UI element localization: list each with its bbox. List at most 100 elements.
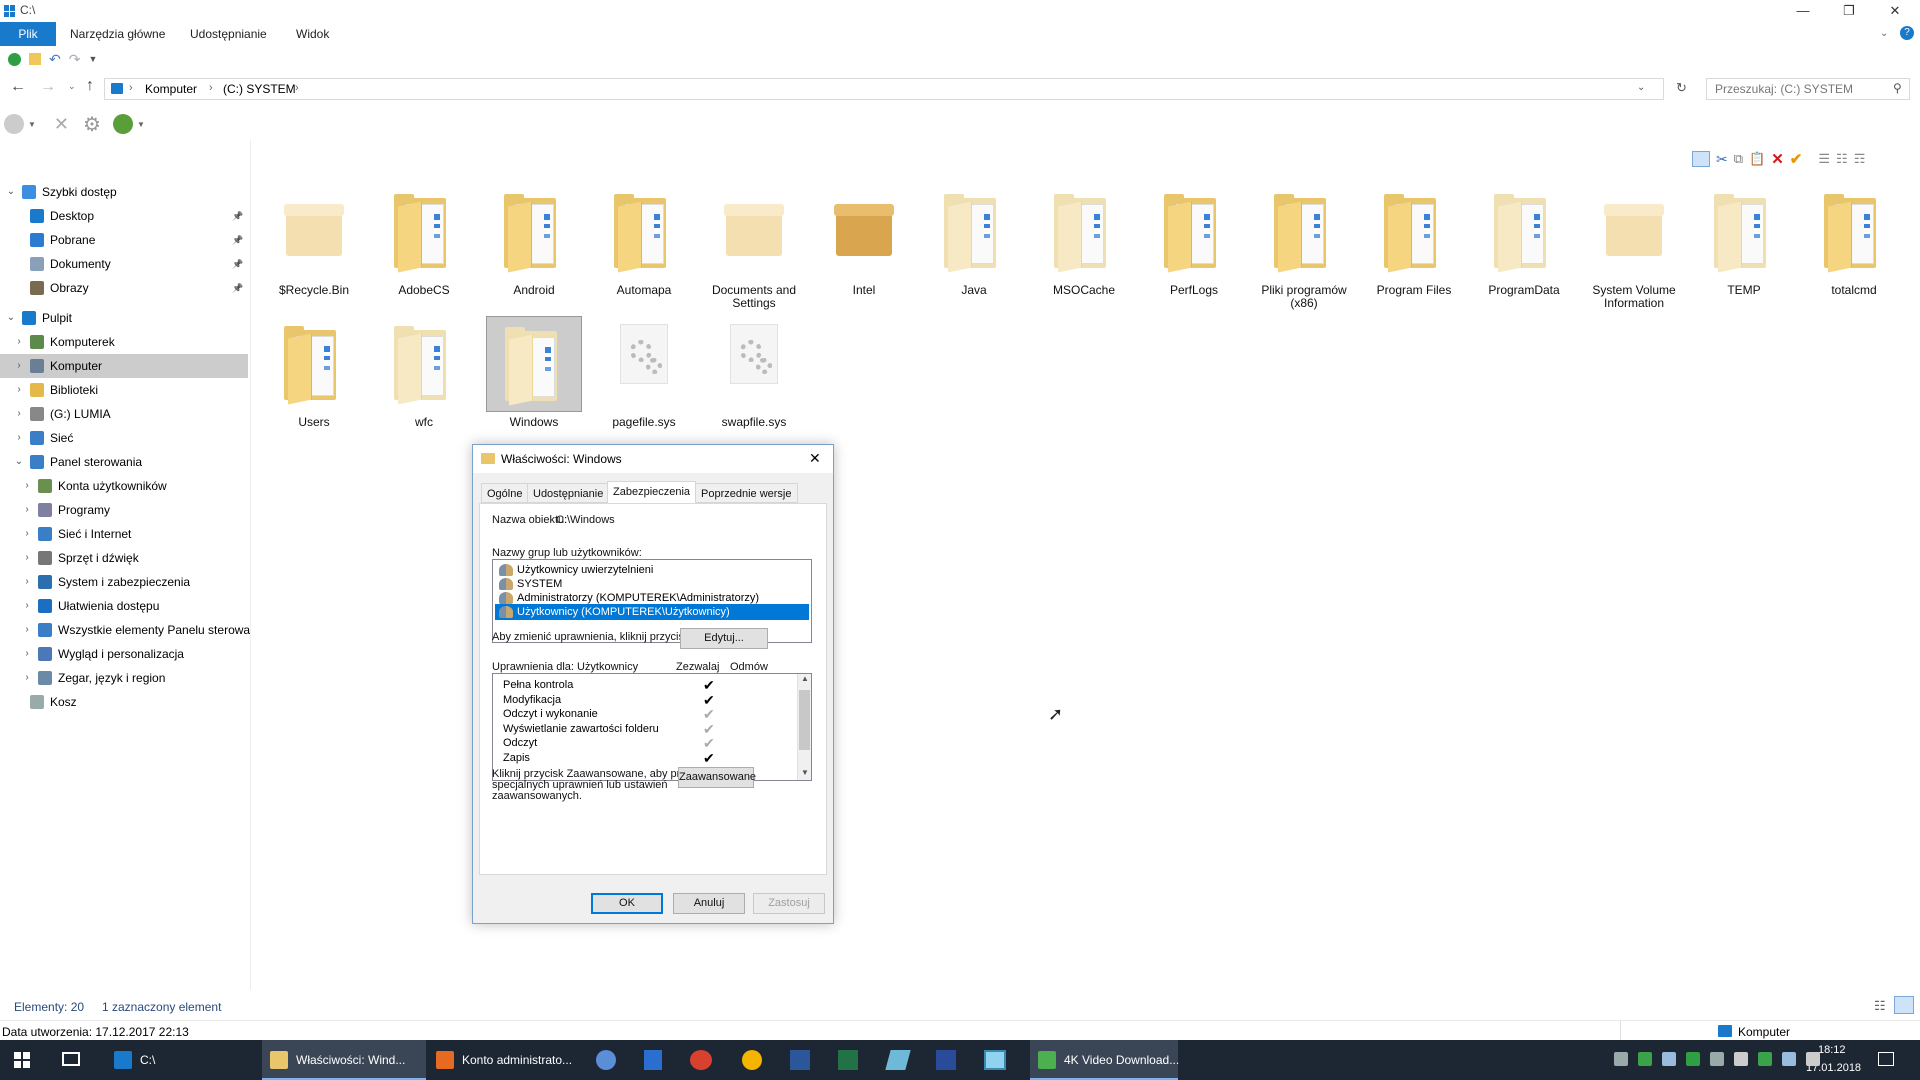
nav-item[interactable]: Kosz bbox=[0, 690, 248, 714]
tray-icon[interactable] bbox=[1686, 1052, 1700, 1066]
pin-icon[interactable]: 📌 bbox=[232, 204, 243, 228]
gear-icon[interactable]: ⚙ bbox=[83, 112, 101, 137]
rename-icon[interactable]: ✔ bbox=[1790, 150, 1803, 168]
expand-ribbon-icon[interactable]: ⌄ bbox=[1880, 28, 1888, 39]
file-item[interactable]: totalcmd bbox=[1806, 184, 1902, 297]
taskbar-item[interactable]: Konto administrato... bbox=[428, 1040, 588, 1080]
nav-item[interactable]: › (G:) LUMIA bbox=[0, 402, 248, 426]
chevron-down-icon[interactable]: ▼ bbox=[137, 120, 145, 129]
address-dropdown-icon[interactable]: ⌄ bbox=[1637, 82, 1645, 93]
file-item[interactable]: AdobeCS bbox=[376, 184, 472, 297]
app-icon[interactable] bbox=[596, 1050, 616, 1070]
nav-item[interactable]: ⌄ Szybki dostęp bbox=[0, 180, 248, 204]
notification-icon[interactable] bbox=[1878, 1052, 1894, 1066]
new-folder-icon[interactable] bbox=[29, 53, 41, 65]
delete-icon[interactable]: ✕ bbox=[1771, 150, 1784, 168]
tray-icon[interactable] bbox=[1734, 1052, 1748, 1066]
properties-icon[interactable] bbox=[8, 52, 21, 66]
tray-icon[interactable] bbox=[1782, 1052, 1796, 1066]
nav-item[interactable]: › System i zabezpieczenia bbox=[0, 570, 248, 594]
large-icons-toggle-icon[interactable] bbox=[1894, 996, 1914, 1014]
tray-icon[interactable] bbox=[1614, 1052, 1628, 1066]
disconnect-icon[interactable]: ✕ bbox=[54, 114, 69, 135]
chevron-down-icon[interactable]: ⌄ bbox=[6, 180, 16, 204]
taskbar-item[interactable]: Właściwości: Wind... bbox=[262, 1040, 426, 1080]
nav-item[interactable]: › Sieć i Internet bbox=[0, 522, 248, 546]
chevron-down-icon[interactable]: ⌄ bbox=[6, 306, 16, 330]
file-item[interactable]: Intel bbox=[816, 184, 912, 297]
nav-item[interactable]: ⌄ Panel sterowania bbox=[0, 450, 248, 474]
sync-icon[interactable] bbox=[112, 114, 133, 134]
pin-icon[interactable]: 📌 bbox=[232, 276, 243, 300]
nav-item[interactable]: › Sprzęt i dźwięk bbox=[0, 546, 248, 570]
taskbar-item[interactable]: 4K Video Download... bbox=[1030, 1040, 1179, 1080]
tray-icon[interactable] bbox=[1806, 1052, 1820, 1066]
start-button[interactable] bbox=[14, 1052, 30, 1068]
help-icon[interactable]: ? bbox=[1900, 26, 1914, 40]
chevron-right-icon[interactable]: › bbox=[22, 474, 32, 498]
chevron-right-icon[interactable]: › bbox=[22, 642, 32, 666]
tab-previous-versions[interactable]: Poprzednie wersje bbox=[695, 483, 798, 503]
file-item[interactable]: swapfile.sys bbox=[706, 316, 802, 429]
scroll-down-icon[interactable]: ▼ bbox=[801, 768, 809, 777]
tab-file[interactable]: Plik bbox=[0, 22, 56, 46]
chevron-down-icon[interactable]: ⌄ bbox=[14, 450, 24, 474]
file-item[interactable]: pagefile.sys bbox=[596, 316, 692, 429]
file-item[interactable]: ProgramData bbox=[1476, 184, 1572, 297]
connect-icon[interactable] bbox=[4, 114, 24, 134]
nav-item[interactable]: › Ułatwienia dostępu bbox=[0, 594, 248, 618]
nav-item[interactable]: Obrazy 📌 bbox=[0, 276, 248, 300]
details-view-icon[interactable]: ☰ bbox=[1818, 151, 1830, 167]
file-item[interactable]: Documents and Settings bbox=[706, 184, 802, 310]
file-item[interactable]: System Volume Information bbox=[1586, 184, 1682, 310]
file-item[interactable]: Pliki programów (x86) bbox=[1256, 184, 1352, 310]
nav-item[interactable]: › Konta użytkowników bbox=[0, 474, 248, 498]
chevron-right-icon[interactable]: › bbox=[22, 546, 32, 570]
nav-item[interactable]: ⌄ Pulpit bbox=[0, 306, 248, 330]
back-icon[interactable]: ← bbox=[10, 78, 26, 96]
apply-button[interactable]: Zastosuj bbox=[753, 893, 825, 914]
nav-item[interactable]: Dokumenty 📌 bbox=[0, 252, 248, 276]
app-icon[interactable] bbox=[936, 1050, 956, 1070]
list-view-icon[interactable]: ☷ bbox=[1836, 151, 1848, 167]
customize-qat-icon[interactable]: ▼ bbox=[88, 54, 97, 64]
save-app-icon[interactable] bbox=[644, 1050, 662, 1070]
excel-icon[interactable] bbox=[838, 1050, 858, 1070]
nav-item[interactable]: › Zegar, język i region bbox=[0, 666, 248, 690]
search-input[interactable]: Przeszukaj: (C:) SYSTEM ⚲ bbox=[1706, 78, 1910, 100]
nav-item[interactable]: Pobrane 📌 bbox=[0, 228, 248, 252]
breadcrumb-komputer[interactable]: Komputer bbox=[145, 82, 197, 96]
breadcrumb-drive[interactable]: (C:) SYSTEM bbox=[223, 82, 296, 96]
advanced-button[interactable]: Zaawansowane bbox=[678, 767, 756, 788]
tab-home[interactable]: Narzędzia główne bbox=[60, 22, 175, 46]
chevron-right-icon[interactable]: › bbox=[22, 522, 32, 546]
recent-chevron-icon[interactable]: ⌄ bbox=[68, 81, 76, 92]
file-item[interactable]: MSOCache bbox=[1036, 184, 1132, 297]
restore-button[interactable]: ❐ bbox=[1826, 0, 1872, 22]
nav-item[interactable]: › Komputer bbox=[0, 354, 248, 378]
taskbar-item[interactable]: C:\ bbox=[106, 1040, 256, 1080]
word-icon[interactable] bbox=[790, 1050, 810, 1070]
tab-view[interactable]: Widok bbox=[286, 22, 339, 46]
chevron-right-icon[interactable]: › bbox=[22, 618, 32, 642]
scroll-up-icon[interactable]: ▲ bbox=[801, 674, 809, 683]
up-icon[interactable]: ↑ bbox=[86, 77, 94, 95]
file-item[interactable]: wfc bbox=[376, 316, 472, 429]
chevron-down-icon[interactable]: ▼ bbox=[28, 120, 36, 129]
chevron-right-icon[interactable]: › bbox=[14, 402, 24, 426]
chevron-right-icon[interactable]: › bbox=[22, 498, 32, 522]
app-icon[interactable] bbox=[690, 1050, 712, 1070]
address-bar[interactable]: › Komputer › (C:) SYSTEM › ⌄ bbox=[104, 78, 1664, 100]
file-item[interactable]: Automapa bbox=[596, 184, 692, 297]
redo-icon[interactable]: ↷ bbox=[69, 51, 81, 68]
file-item[interactable]: TEMP bbox=[1696, 184, 1792, 297]
cut-icon[interactable]: ✂ bbox=[1716, 151, 1728, 168]
chevron-right-icon[interactable]: › bbox=[22, 666, 32, 690]
details-view-toggle-icon[interactable]: ☷ bbox=[1874, 998, 1886, 1014]
tiles-view-icon[interactable]: ☶ bbox=[1854, 151, 1866, 167]
tab-share[interactable]: Udostępnianie bbox=[180, 22, 277, 46]
chevron-right-icon[interactable]: › bbox=[14, 330, 24, 354]
cancel-button[interactable]: Anuluj bbox=[673, 893, 745, 914]
refresh-icon[interactable]: ↻ bbox=[1676, 80, 1687, 96]
file-item[interactable]: Users bbox=[266, 316, 362, 429]
